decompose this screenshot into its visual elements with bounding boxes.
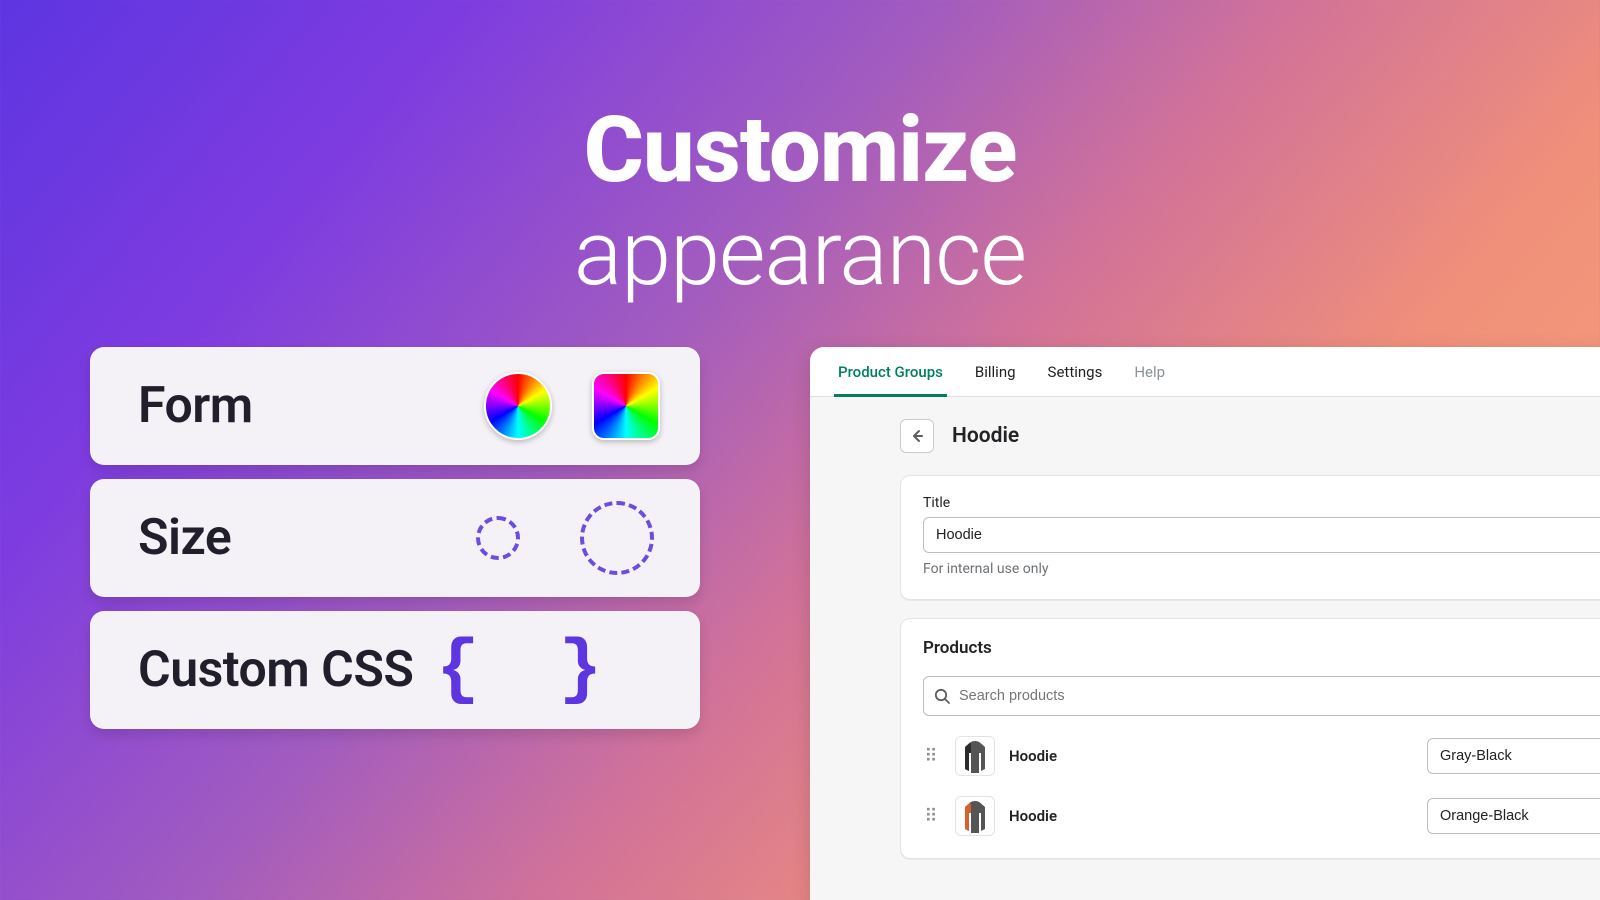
drag-handle-icon[interactable]: ⠿ bbox=[923, 812, 941, 821]
tab-settings[interactable]: Settings bbox=[1032, 347, 1119, 396]
back-button[interactable] bbox=[900, 419, 934, 453]
app-window: Product Groups Billing Settings Help Hoo… bbox=[810, 347, 1600, 900]
product-thumb bbox=[955, 736, 995, 776]
title-hint: For internal use only bbox=[923, 561, 1600, 577]
search-icon bbox=[934, 688, 951, 705]
product-name: Hoodie bbox=[1009, 807, 1413, 825]
variant-select[interactable]: Orange-Black bbox=[1427, 798, 1600, 834]
feature-cards: Form Size Custom CSS { } bbox=[90, 347, 700, 729]
title-field-label: Title bbox=[923, 495, 1600, 511]
products-heading: Products bbox=[923, 638, 1600, 658]
drag-handle-icon[interactable]: ⠿ bbox=[923, 752, 941, 761]
card-custom-css: Custom CSS { } bbox=[90, 611, 700, 729]
title-input[interactable] bbox=[923, 517, 1600, 553]
product-search[interactable] bbox=[923, 676, 1600, 716]
hero-title: Customize bbox=[0, 105, 1600, 197]
variant-select[interactable]: Gray-Black bbox=[1427, 738, 1600, 774]
color-wheel-circle-icon bbox=[484, 372, 552, 440]
color-wheel-square-icon bbox=[592, 372, 660, 440]
page-header: Hoodie bbox=[900, 419, 1600, 453]
card-size: Size bbox=[90, 479, 700, 597]
hero: Customize appearance bbox=[0, 105, 1600, 306]
hero-subtitle: appearance bbox=[0, 201, 1600, 306]
hoodie-icon bbox=[960, 739, 990, 773]
product-row: ⠿ Hoodie Gray-Black bbox=[923, 736, 1600, 776]
size-large-icon bbox=[580, 501, 654, 575]
card-form-label: Form bbox=[138, 377, 484, 435]
arrow-left-icon bbox=[909, 428, 925, 444]
card-css-label: Custom CSS bbox=[138, 641, 436, 699]
title-panel: Title For internal use only bbox=[900, 475, 1600, 600]
product-row: ⠿ Hoodie Orange-Black bbox=[923, 796, 1600, 836]
tab-product-groups[interactable]: Product Groups bbox=[822, 347, 959, 396]
product-name: Hoodie bbox=[1009, 747, 1413, 765]
card-size-label: Size bbox=[138, 509, 476, 567]
tab-billing[interactable]: Billing bbox=[959, 347, 1032, 396]
card-form: Form bbox=[90, 347, 700, 465]
tab-help[interactable]: Help bbox=[1118, 347, 1181, 396]
product-search-input[interactable] bbox=[959, 688, 1600, 704]
products-panel: Products ⠿ Hoodie bbox=[900, 618, 1600, 859]
braces-icon: { } bbox=[436, 634, 660, 706]
hoodie-icon bbox=[960, 799, 990, 833]
page-title: Hoodie bbox=[952, 424, 1019, 448]
tab-bar: Product Groups Billing Settings Help bbox=[810, 347, 1600, 397]
size-small-icon bbox=[476, 516, 520, 560]
product-thumb bbox=[955, 796, 995, 836]
